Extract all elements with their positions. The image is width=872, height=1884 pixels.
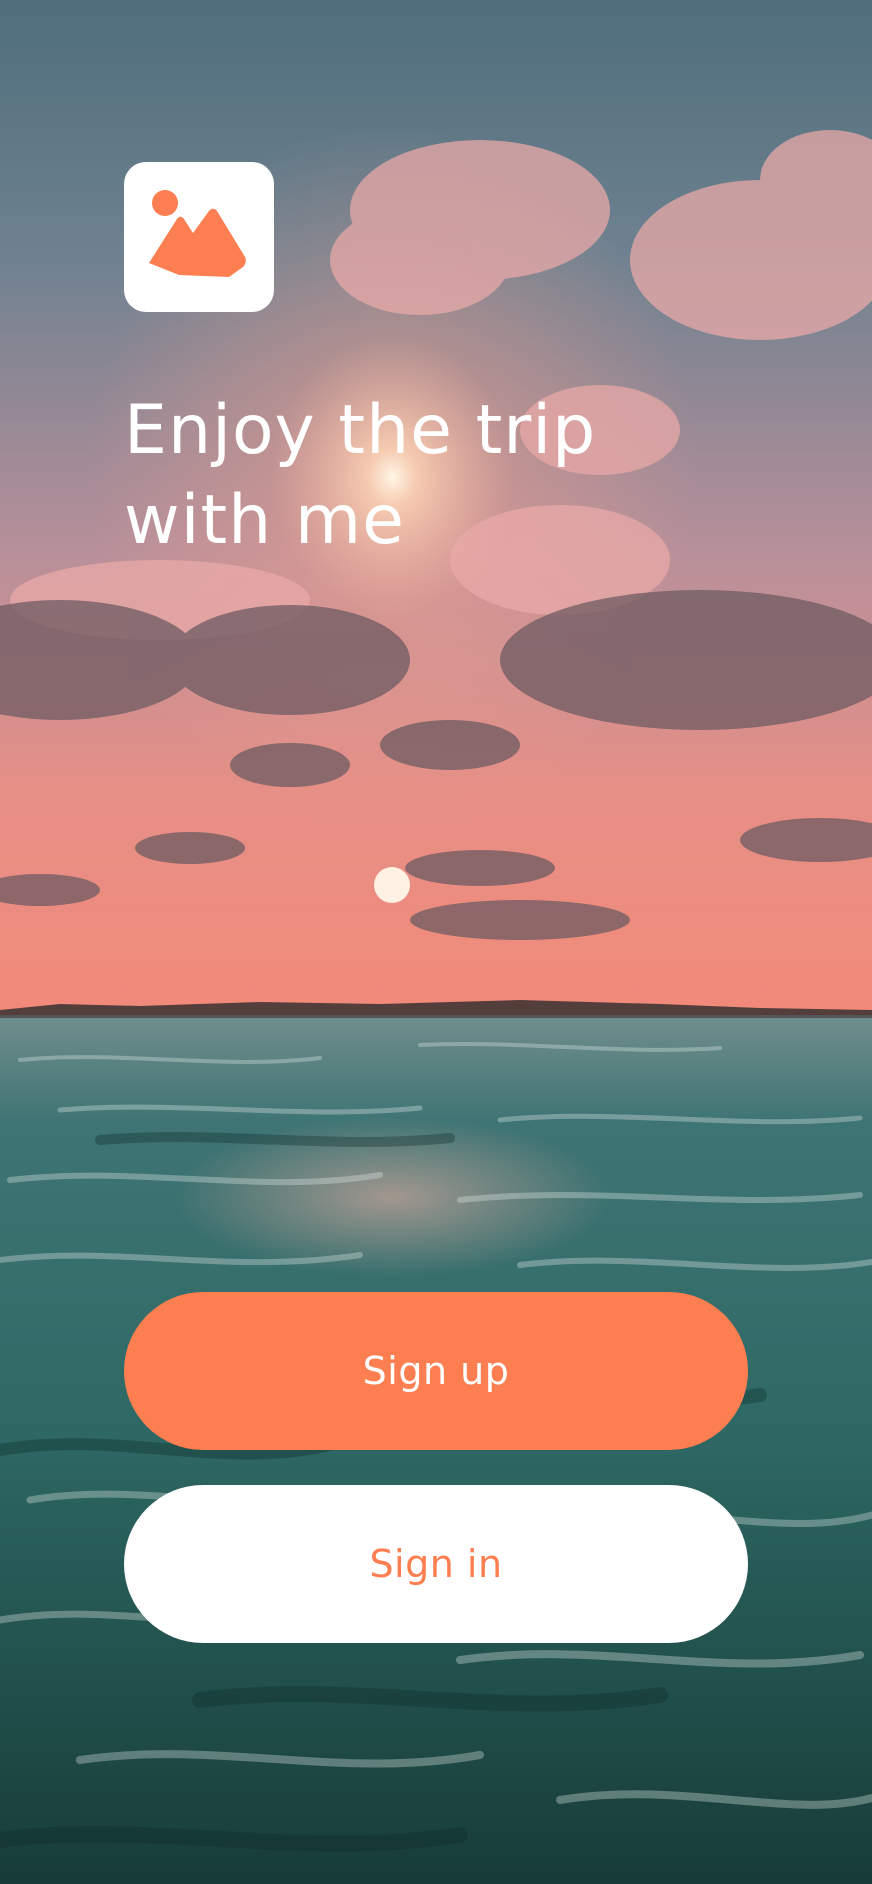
headline-line-2: with me bbox=[124, 481, 405, 560]
welcome-screen: Enjoy the trip with me Sign up Sign in bbox=[0, 0, 872, 1884]
image-placeholder-icon bbox=[149, 190, 246, 277]
sign-up-button[interactable]: Sign up bbox=[124, 1292, 748, 1450]
welcome-headline: Enjoy the trip with me bbox=[124, 386, 764, 566]
sign-up-label: Sign up bbox=[362, 1349, 510, 1393]
sign-in-button[interactable]: Sign in bbox=[124, 1485, 748, 1643]
headline-line-1: Enjoy the trip bbox=[124, 391, 597, 470]
sign-in-label: Sign in bbox=[369, 1542, 503, 1586]
app-logo bbox=[124, 162, 274, 312]
